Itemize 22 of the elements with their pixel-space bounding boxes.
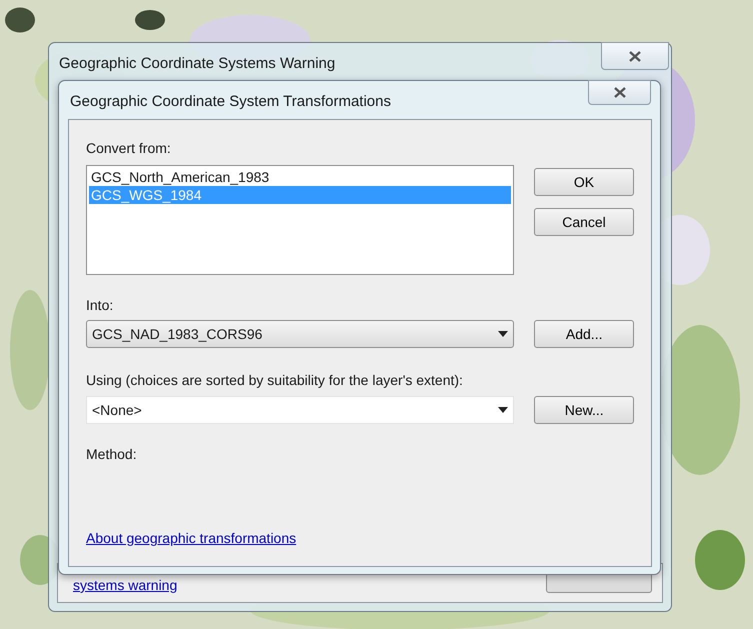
close-icon — [614, 87, 626, 98]
close-button[interactable] — [588, 80, 651, 105]
window-title: Geographic Coordinate Systems Warning — [59, 54, 336, 74]
dialog-title: Geographic Coordinate System Transformations — [70, 92, 391, 112]
field-label: Into: — [86, 296, 114, 315]
dialog-button[interactable]: OK — [534, 168, 634, 196]
warning-link[interactable]: systems warning — [73, 575, 178, 596]
help-link[interactable]: About geographic transformations — [86, 528, 296, 549]
dialog-button[interactable]: New... — [534, 396, 634, 424]
close-icon — [629, 50, 641, 62]
dropdown[interactable]: GCS_NAD_1983_CORS96 — [86, 320, 514, 348]
dropdown[interactable]: <None> — [86, 396, 514, 424]
close-button[interactable] — [601, 42, 669, 70]
dialog-button[interactable]: Cancel — [534, 208, 634, 236]
close-button[interactable] — [546, 573, 652, 593]
field-label: Using (choices are sorted by suitability for the layer's extent): — [86, 371, 464, 390]
dialog-button[interactable]: Add... — [534, 320, 634, 348]
field-label: Convert from: — [86, 139, 172, 158]
dropdown-arrow-icon — [498, 407, 508, 413]
dropdown-arrow-icon — [498, 331, 508, 337]
field-label: Method: — [86, 445, 138, 464]
list-item[interactable]: GCS_North_American_1983 — [89, 168, 511, 186]
